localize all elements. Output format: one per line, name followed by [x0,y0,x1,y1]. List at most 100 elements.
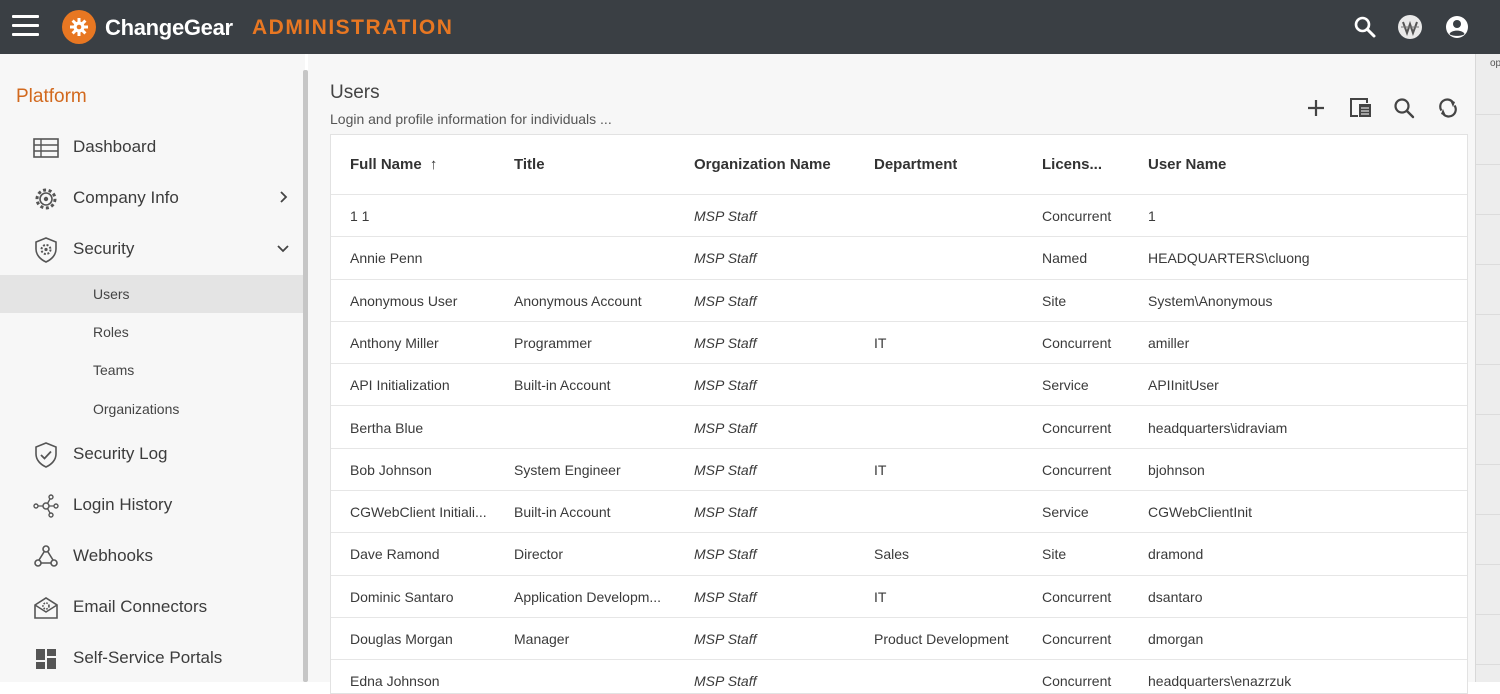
cell-organization-name: MSP Staff [694,631,757,647]
cell-license: Site [1042,292,1067,309]
sidebar-subitem-label: Organizations [93,401,180,417]
sidebar-subitem-organizations[interactable]: Organizations [0,390,303,428]
cell-full-name: Bob Johnson [350,461,432,478]
sidebar-subitem-label: Users [93,286,130,302]
column-header-full-name[interactable]: Full Name ↑ [350,156,437,173]
add-icon[interactable] [1302,94,1330,122]
cell-title: Anonymous Account [514,292,642,309]
table-row[interactable]: Dominic Santaro Application Developm... MS… [331,576,1467,618]
cell-department: IT [874,588,887,605]
sidebar-item-security[interactable]: Security [0,226,303,272]
shield-check-icon [35,442,57,468]
sidebar-item-label: Security Log [73,444,168,463]
top-bar: ChangeGear ADMINISTRATION [0,0,1500,54]
table-row[interactable]: Douglas Morgan Manager MSP Staff Product De… [331,618,1467,661]
table-header: Full Name ↑ Title Organization Name Depa… [331,135,1467,195]
sidebar-item-self-service-portals[interactable]: Self-Service Portals [0,635,303,681]
cell-license: Service [1042,377,1089,394]
cell-user-name: amiller [1148,334,1190,351]
sidebar-subitem-roles[interactable]: Roles [0,313,303,351]
sidebar: Platform Dashboard Company Info Security [0,54,305,682]
gear-icon [35,188,57,210]
user-account-icon[interactable] [1444,14,1470,40]
sidebar-item-webhooks[interactable]: Webhooks [0,533,303,579]
cell-user-name: headquarters\enazrzuk [1148,673,1292,690]
section-title: ADMINISTRATION [252,16,454,39]
main-content: Users Login and profile information for … [308,54,1475,694]
cell-full-name: CGWebClient Initiali... [350,504,487,521]
cell-user-name: dramond [1148,546,1204,563]
cell-title: Built-in Account [514,504,611,521]
table-row[interactable]: Annie Penn MSP Staff Named HEADQUARTERS\clu… [331,237,1467,280]
cell-user-name: dmorgan [1148,631,1204,647]
cell-license: Concurrent [1042,208,1112,224]
cell-department: Product Development [874,631,1009,647]
cell-full-name: Bertha Blue [350,419,424,436]
tenant-logo-icon[interactable] [1397,14,1423,40]
sidebar-item-label: Dashboard [73,137,157,156]
cell-user-name: CGWebClientInit [1148,504,1253,521]
sidebar-subitem-users[interactable]: Users [0,275,303,313]
sidebar-item-label: Company Info [73,188,179,207]
search-icon[interactable] [1352,14,1378,40]
column-header-organization-name[interactable]: Organization Name [694,156,831,173]
cell-title: System Engineer [514,461,621,478]
cell-organization-name: MSP Staff [694,208,757,224]
cell-full-name: Annie Penn [350,250,423,267]
sidebar-item-company-info[interactable]: Company Info [0,175,303,221]
cell-department: IT [874,334,887,351]
cell-title: Director [514,546,564,563]
column-header-department[interactable]: Department [874,156,957,173]
cell-title: Programmer [514,334,592,351]
sidebar-item-security-log[interactable]: Security Log [0,431,303,477]
search-icon[interactable] [1390,94,1418,122]
menu-icon[interactable] [12,15,39,39]
cell-license: Concurrent [1042,461,1112,478]
sidebar-heading: Platform [16,86,87,107]
table-row[interactable]: Anthony Miller Programmer MSP Staff IT Concu… [331,322,1467,365]
cell-organization-name: MSP Staff [694,546,757,563]
dashboard-tiles-icon [36,649,56,669]
sidebar-item-label: Login History [73,495,173,514]
column-header-user-name[interactable]: User Name [1148,156,1226,173]
cell-department: IT [874,461,887,478]
column-header-license[interactable]: Licens... [1042,156,1102,173]
cell-organization-name: MSP Staff [694,419,757,436]
email-gear-icon [34,597,58,619]
table-row[interactable]: Anonymous User Anonymous Account MSP Staff… [331,280,1467,322]
users-table: Full Name ↑ Title Organization Name Depa… [330,134,1468,694]
webhook-icon [34,545,58,567]
sidebar-subitem-teams[interactable]: Teams [0,351,303,389]
export-icon[interactable] [1347,94,1375,122]
table-row[interactable]: Edna Johnson MSP Staff Concurrent headquart… [331,660,1467,693]
changegear-logo [62,10,96,44]
table-row[interactable]: Dave Ramond Director MSP Staff Sales Site dra… [331,533,1467,576]
cell-title: Manager [514,631,570,647]
cell-full-name: Anthony Miller [350,334,439,351]
cell-organization-name: MSP Staff [694,673,757,690]
cell-full-name: API Initialization [350,377,450,394]
table-row[interactable]: Bertha Blue MSP Staff Concurrent headquarte… [331,407,1467,449]
column-header-title[interactable]: Title [514,156,545,173]
sidebar-item-email-connectors[interactable]: Email Connectors [0,584,303,630]
page-subtitle: Login and profile information for indivi… [330,111,612,127]
cell-license: Site [1042,546,1067,563]
sidebar-item-dashboard[interactable]: Dashboard [0,124,303,170]
cell-user-name: dsantaro [1148,588,1203,605]
page-title: Users [330,82,380,103]
cell-license: Concurrent [1042,334,1112,351]
shield-gear-icon [35,237,57,263]
cell-license: Concurrent [1042,673,1112,690]
cell-department: Sales [874,546,910,563]
table-row[interactable]: CGWebClient Initiali... Built-in Account M… [331,491,1467,534]
sidebar-item-label: Webhooks [73,546,154,565]
table-row[interactable]: API Initialization Built-in Account MSP St… [331,364,1467,407]
cell-organization-name: MSP Staff [694,250,757,267]
table-row[interactable]: 1 1 MSP Staff Concurrent 1 [331,195,1467,238]
cell-user-name: HEADQUARTERS\cluong [1148,250,1310,267]
cell-organization-name: MSP Staff [694,588,757,605]
refresh-icon[interactable] [1434,94,1462,122]
table-row[interactable]: Bob Johnson System Engineer MSP Staff IT Con… [331,449,1467,492]
sidebar-item-login-history[interactable]: Login History [0,482,303,528]
network-icon [33,494,59,518]
